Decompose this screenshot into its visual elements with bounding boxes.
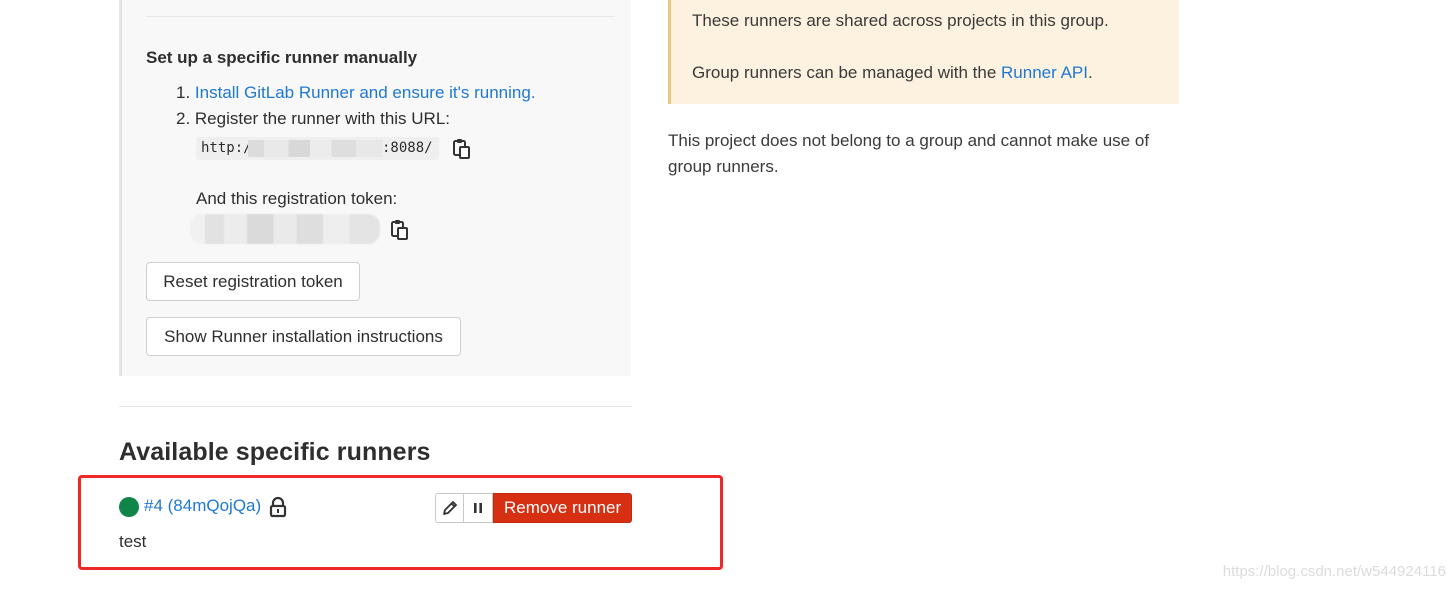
step-register: 2. Register the runner with this URL: xyxy=(176,109,451,128)
available-runners-heading: Available specific runners xyxy=(119,438,431,466)
show-installation-instructions-button[interactable]: Show Runner installation instructions xyxy=(146,317,461,356)
setup-title: Set up a specific runner manually xyxy=(146,48,418,67)
lock-icon xyxy=(268,496,288,518)
watermark: https://blog.csdn.net/w544924116 xyxy=(1222,563,1446,580)
runner-description: test xyxy=(119,532,147,551)
step-install: 1. Install GitLab Runner and ensure it's… xyxy=(176,83,536,103)
remove-runner-button[interactable]: Remove runner xyxy=(493,493,633,523)
shared-runners-info: These runners are shared across projects… xyxy=(668,0,1179,104)
runner-api-prefix: Group runners can be managed with the xyxy=(692,63,1002,82)
specific-runner-setup-panel: Set up a specific runner manually 1. Ins… xyxy=(119,0,631,376)
token-label: And this registration token: xyxy=(196,189,398,208)
shared-runners-text: These runners are shared across projects… xyxy=(692,11,1109,30)
runner-api-link[interactable]: Runner API xyxy=(1001,63,1088,82)
copy-token-clipboard-icon[interactable] xyxy=(390,219,410,241)
runner-status-online-icon xyxy=(119,497,139,517)
edit-runner-button[interactable] xyxy=(435,493,464,523)
pause-icon xyxy=(474,503,482,513)
url-prefix: http:/ xyxy=(201,140,252,156)
runner-actions: Remove runner xyxy=(435,493,633,523)
registration-url: http:/ :8088/ xyxy=(196,137,439,160)
no-group-message: This project does not belong to a group … xyxy=(668,131,1150,176)
pause-runner-button[interactable] xyxy=(464,493,493,523)
install-runner-link[interactable]: Install GitLab Runner and ensure it's ru… xyxy=(195,83,536,102)
step-number: 1. xyxy=(176,83,191,102)
redacted-token xyxy=(190,214,380,244)
runner-api-text: Group runners can be managed with the Ru… xyxy=(692,63,1093,83)
url-suffix: :8088/ xyxy=(382,140,433,156)
runner-api-suffix: . xyxy=(1087,63,1093,82)
copy-url-clipboard-icon[interactable] xyxy=(452,138,472,160)
page: Set up a specific runner manually 1. Ins… xyxy=(0,0,1456,591)
section-divider xyxy=(119,406,632,407)
reset-registration-token-button[interactable]: Reset registration token xyxy=(146,262,360,301)
runner-id-link[interactable]: #4 (84mQojQa) xyxy=(144,496,261,516)
redacted-host xyxy=(248,140,383,157)
pencil-icon xyxy=(442,501,457,515)
divider xyxy=(146,16,615,17)
